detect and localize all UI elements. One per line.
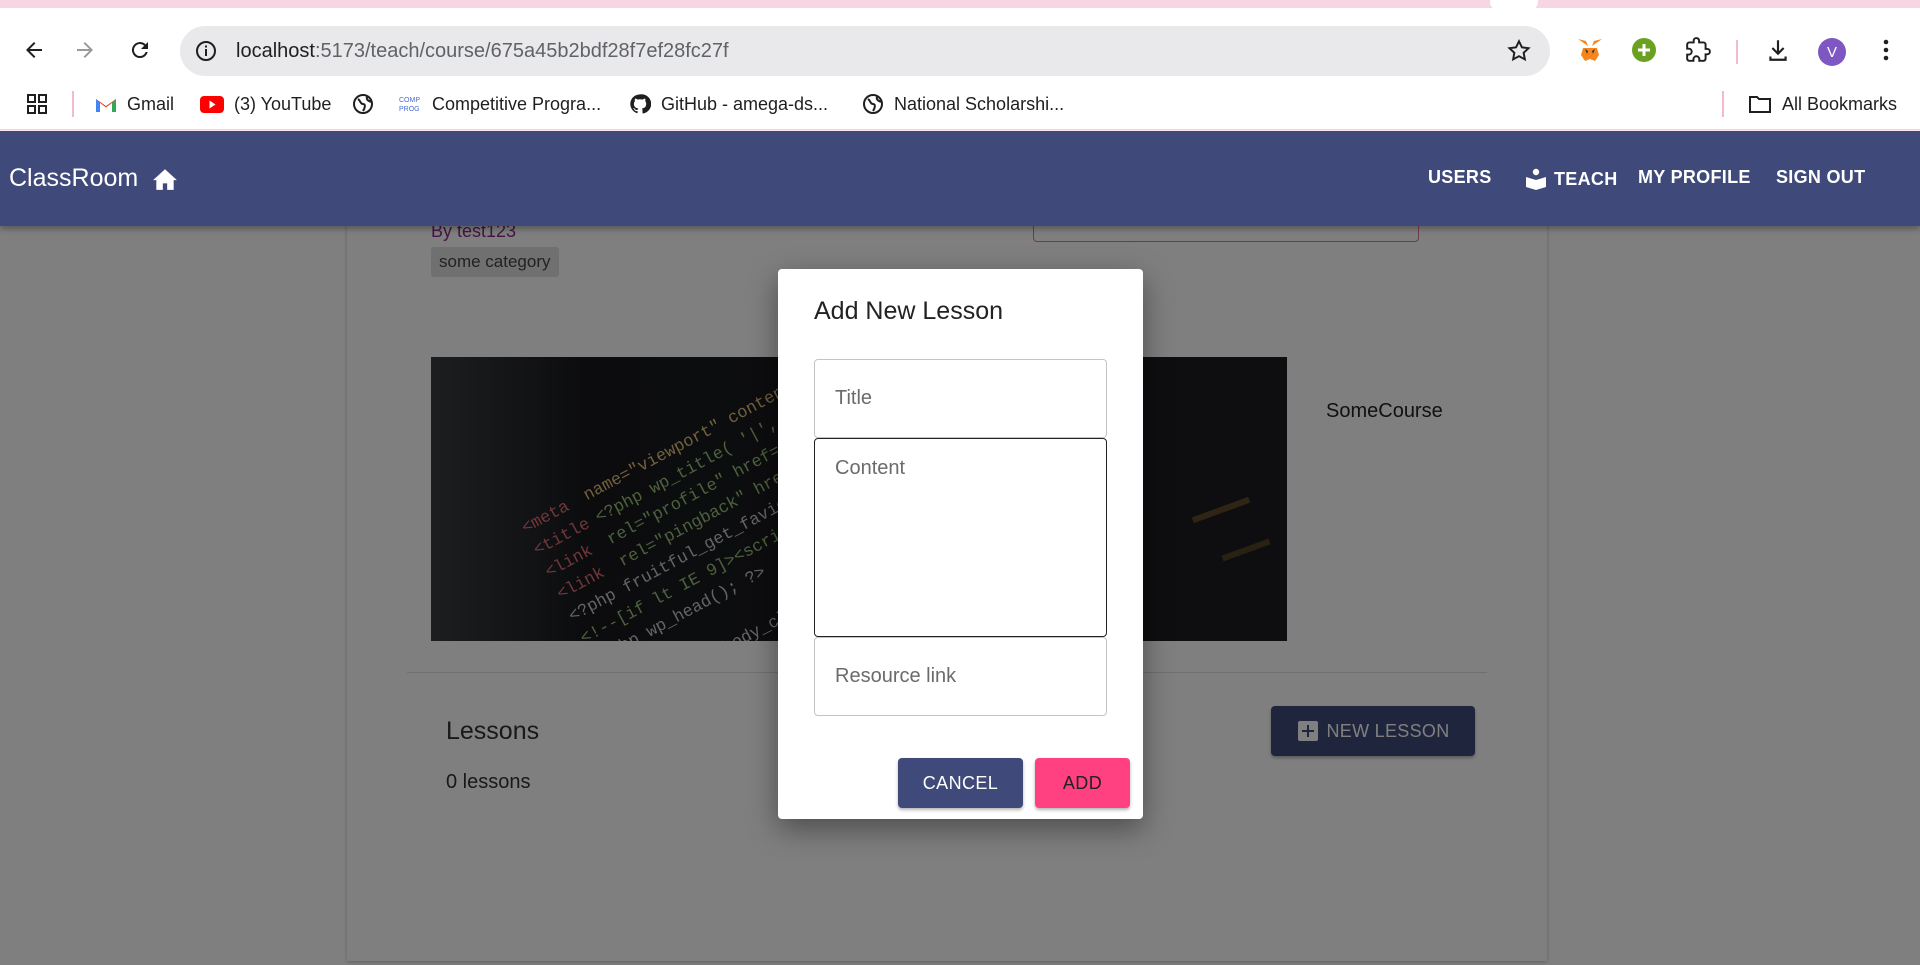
nav-teach[interactable]: TEACH bbox=[1524, 167, 1618, 191]
github-icon bbox=[630, 94, 651, 114]
globe-icon bbox=[863, 94, 883, 114]
reload-icon[interactable] bbox=[120, 30, 160, 70]
teach-icon bbox=[1526, 168, 1546, 190]
content-field[interactable] bbox=[814, 438, 1107, 637]
nav-users[interactable]: USERS bbox=[1428, 167, 1492, 188]
bookmark-github[interactable]: GitHub - amega-ds... bbox=[629, 88, 828, 120]
bookmark-star-icon[interactable] bbox=[1506, 38, 1532, 64]
download-icon[interactable] bbox=[1760, 32, 1796, 68]
add-button[interactable]: ADD bbox=[1035, 758, 1130, 808]
bookmark-separator bbox=[72, 91, 74, 117]
bookmark-globe[interactable] bbox=[352, 88, 384, 120]
metamask-extension-icon[interactable] bbox=[1572, 32, 1608, 68]
title-input[interactable] bbox=[815, 360, 1106, 437]
nav-sign-out[interactable]: SIGN OUT bbox=[1776, 167, 1865, 188]
youtube-icon bbox=[200, 95, 224, 113]
brand[interactable]: ClassRoom bbox=[9, 164, 178, 193]
forward-icon[interactable] bbox=[65, 30, 105, 70]
back-icon[interactable] bbox=[14, 30, 54, 70]
url-text: localhost:5173/teach/course/675a45b2bdf2… bbox=[236, 40, 729, 62]
extensions-puzzle-icon[interactable] bbox=[1680, 32, 1716, 68]
site-info-icon[interactable] bbox=[194, 39, 218, 63]
add-lesson-dialog: Add New Lesson CANCEL ADD bbox=[778, 269, 1143, 819]
browser-toolbar: localhost:5173/teach/course/675a45b2bdf2… bbox=[0, 8, 1920, 78]
svg-text:COMP: COMP bbox=[399, 97, 420, 104]
gmail-icon bbox=[96, 98, 116, 112]
brand-title: ClassRoom bbox=[9, 164, 139, 192]
bookmark-competitive-programming[interactable]: COMP PROG Competitive Progra... bbox=[398, 88, 601, 120]
apps-grid-icon[interactable] bbox=[26, 88, 48, 120]
title-field[interactable] bbox=[814, 359, 1107, 438]
svg-text:PROG: PROG bbox=[399, 106, 420, 113]
bookmark-gmail[interactable]: Gmail bbox=[95, 88, 174, 120]
app-bar: ClassRoom USERS TEACH MY PROFILE SIGN OU… bbox=[0, 131, 1920, 226]
resource-link-input[interactable] bbox=[815, 638, 1106, 715]
globe-icon bbox=[353, 94, 373, 114]
browser-tab-strip bbox=[0, 0, 1920, 8]
toolbar-separator bbox=[1736, 40, 1738, 64]
bookmark-youtube[interactable]: (3) YouTube bbox=[200, 88, 331, 120]
comp-prog-icon: COMP PROG bbox=[399, 97, 420, 113]
address-bar[interactable]: localhost:5173/teach/course/675a45b2bdf2… bbox=[180, 26, 1550, 76]
home-icon bbox=[153, 168, 178, 190]
cancel-button[interactable]: CANCEL bbox=[898, 758, 1023, 808]
add-extension-icon[interactable] bbox=[1626, 32, 1662, 68]
all-bookmarks-folder[interactable]: All Bookmarks bbox=[1748, 88, 1897, 120]
bookmarks-bar: Gmail (3) YouTube COMP PROG Competitive P… bbox=[0, 78, 1920, 130]
profile-avatar[interactable]: V bbox=[1818, 38, 1846, 66]
content-input[interactable] bbox=[815, 439, 1106, 636]
browser-menu-icon[interactable] bbox=[1868, 32, 1904, 68]
folder-icon bbox=[1749, 96, 1771, 113]
bookmark-separator bbox=[1722, 91, 1724, 117]
bookmark-national-scholarship[interactable]: National Scholarshi... bbox=[862, 88, 1064, 120]
dialog-title: Add New Lesson bbox=[814, 297, 1004, 325]
resource-link-field[interactable] bbox=[814, 637, 1107, 716]
app-viewport: someCourse By test123 some category <met… bbox=[0, 131, 1920, 965]
nav-my-profile[interactable]: MY PROFILE bbox=[1638, 167, 1751, 188]
